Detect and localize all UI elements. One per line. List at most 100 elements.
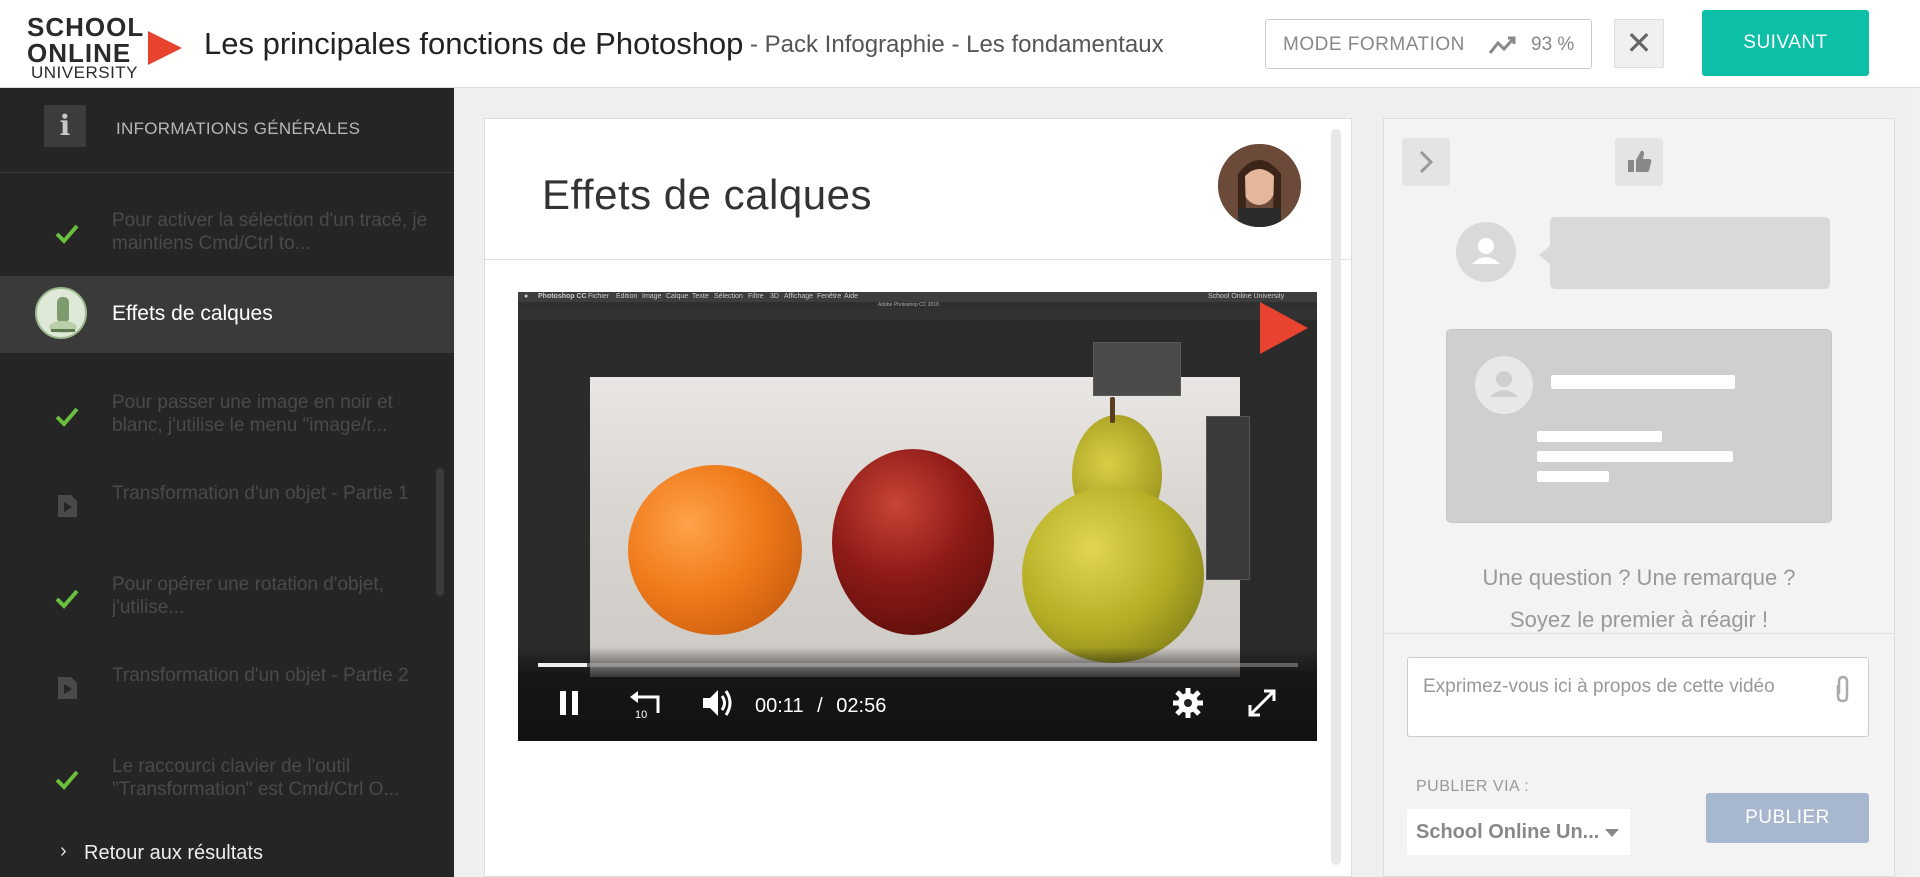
chevron-right-icon [1419, 150, 1434, 174]
video-file-icon [58, 677, 77, 699]
video-controls: 10 00:11 / 02:56 [518, 647, 1317, 741]
publish-via-label: PUBLIER VIA : [1416, 778, 1530, 795]
training-mode-indicator[interactable]: MODE FORMATION 93 % [1265, 19, 1592, 69]
ps-menu-item: Edition [616, 293, 638, 300]
publish-button[interactable]: PUBLIER [1706, 793, 1869, 843]
pear-bottom-shape [1022, 487, 1204, 663]
placeholder-comment-card [1446, 329, 1832, 523]
ps-adjustments-panel [1093, 342, 1181, 396]
bubble-pointer [1539, 245, 1551, 265]
lesson-label: Transformation d'un objet - Partie 2 [112, 665, 409, 686]
duration: 02:56 [836, 695, 887, 717]
training-progress-percent: 93 % [1531, 34, 1575, 55]
volume-icon[interactable] [700, 685, 736, 721]
course-title: Les principales fonctions de Photoshop [204, 26, 744, 61]
video-progress-track[interactable] [538, 663, 1298, 667]
fruit-image [590, 377, 1240, 677]
chevron-right-icon: › [60, 840, 67, 862]
checkmark-icon [55, 224, 79, 244]
school-online-university-logo[interactable]: SCHOOL ONLINE UNIVERSITY [27, 12, 187, 82]
checkmark-icon [55, 589, 79, 609]
checkmark-icon [55, 407, 79, 427]
card-divider [485, 259, 1351, 260]
like-button[interactable] [1615, 138, 1663, 186]
video-progress-fill [538, 663, 588, 667]
comment-input[interactable]: Exprimez-vous ici à propos de cette vidé… [1407, 657, 1869, 737]
sidebar-scrollbar[interactable] [436, 468, 444, 596]
lesson-item-active[interactable]: Effets de calques [0, 276, 454, 353]
lesson-thumbnail [35, 287, 87, 339]
publish-via-value: School Online Un... [1416, 821, 1600, 843]
ps-menu-item: Image [642, 293, 662, 300]
rewind-10-icon[interactable]: 10 [628, 685, 664, 721]
logo-play-triangle-icon [148, 31, 182, 65]
lesson-item[interactable]: Pour passer une image en noir et blanc, … [0, 381, 454, 451]
course-subtitle: - Pack Infographie - Les fondamentaux [750, 31, 1164, 58]
current-time: 00:11 [755, 695, 804, 717]
placeholder-line [1551, 375, 1735, 389]
card-scrollbar[interactable] [1331, 129, 1341, 865]
fullscreen-icon[interactable] [1244, 685, 1280, 721]
pear-stem-shape [1110, 397, 1115, 423]
ps-menu-item: Filtre [748, 293, 764, 300]
top-header: SCHOOL ONLINE UNIVERSITY Les principales… [0, 0, 1920, 88]
video-logo-icon [1260, 302, 1308, 354]
svg-text:10: 10 [635, 709, 647, 721]
placeholder-line [1537, 431, 1662, 442]
ps-menu-item: Affichage [784, 293, 814, 300]
orange-shape [628, 465, 802, 635]
trend-up-icon [1488, 36, 1516, 54]
general-info-item[interactable]: i INFORMATIONS GÉNÉRALES [0, 88, 454, 173]
ps-menu-item: Aide [844, 293, 859, 300]
lesson-label: Le raccourci clavier de l'outil "Transfo… [112, 756, 400, 795]
pause-icon[interactable] [556, 685, 584, 721]
video-time-display: 00:11 / 02:56 [755, 695, 886, 718]
placeholder-line [1537, 451, 1733, 462]
ps-menu-item: Fenêtre [817, 293, 842, 300]
next-button[interactable]: SUIVANT [1702, 10, 1869, 76]
comments-panel: Une question ? Une remarque ? Soyez le p… [1383, 118, 1895, 877]
paperclip-icon[interactable] [1830, 674, 1856, 704]
lesson-label: Pour passer une image en noir et blanc, … [112, 392, 393, 436]
lesson-label: Transformation d'un objet - Partie 1 [112, 483, 409, 504]
publish-via-select[interactable]: School Online Un... [1407, 809, 1630, 855]
collapse-panel-button[interactable] [1402, 138, 1450, 186]
photoshop-menubar: ● Photoshop CC Fichier Edition Image Cal… [518, 292, 1317, 302]
thumbs-up-icon [1628, 150, 1652, 172]
ps-menu-right: School Online University [1208, 293, 1285, 300]
ps-menu-item: Calque [666, 293, 689, 300]
lesson-label: Pour activer la sélection d'un tracé, je… [112, 210, 428, 254]
video-player[interactable]: ● Photoshop CC Fichier Edition Image Cal… [518, 292, 1317, 741]
time-separator: / [817, 695, 823, 717]
close-icon: ✕ [1625, 25, 1653, 61]
empty-comments-line-2: Soyez le premier à réagir ! [1510, 607, 1768, 632]
ps-menu-item: Fichier [588, 293, 610, 300]
ps-options-bar [518, 308, 1317, 320]
placeholder-bubble [1550, 217, 1830, 289]
lesson-title: Effets de calques [542, 171, 872, 218]
training-mode-label: MODE FORMATION [1283, 34, 1465, 55]
back-to-results-link[interactable]: › Retour aux résultats [0, 828, 454, 877]
comment-placeholder: Exprimez-vous ici à propos de cette vidé… [1423, 676, 1775, 697]
video-file-icon [58, 495, 77, 517]
lesson-label: Pour opérer une rotation d'objet, j'util… [112, 574, 384, 618]
lesson-item[interactable]: Le raccourci clavier de l'outil "Transfo… [0, 745, 454, 803]
logo-line-1: SCHOOL [27, 12, 145, 42]
lesson-sidebar: i INFORMATIONS GÉNÉRALES Pour activer la… [0, 88, 454, 877]
lesson-item[interactable]: Pour opérer une rotation d'objet, j'util… [0, 563, 454, 633]
empty-comments-line-1: Une question ? Une remarque ? [1482, 565, 1796, 590]
ps-tools-panel [1206, 416, 1250, 580]
lesson-item[interactable]: Pour activer la sélection d'un tracé, je… [0, 198, 454, 268]
page-scrollbar[interactable] [1906, 88, 1920, 877]
logo-line-3: UNIVERSITY [31, 63, 139, 82]
apple-shape [832, 449, 994, 635]
close-button[interactable]: ✕ [1614, 19, 1664, 68]
apple-icon: ● [524, 293, 529, 300]
comments-separator [1384, 633, 1894, 634]
lesson-item[interactable]: Transformation d'un objet - Partie 1 [0, 472, 454, 542]
settings-gear-icon[interactable] [1170, 685, 1206, 721]
instructor-avatar[interactable] [1218, 144, 1301, 227]
lesson-item[interactable]: Transformation d'un objet - Partie 2 [0, 654, 454, 724]
checkmark-icon [55, 770, 79, 790]
info-icon: i [44, 105, 86, 147]
